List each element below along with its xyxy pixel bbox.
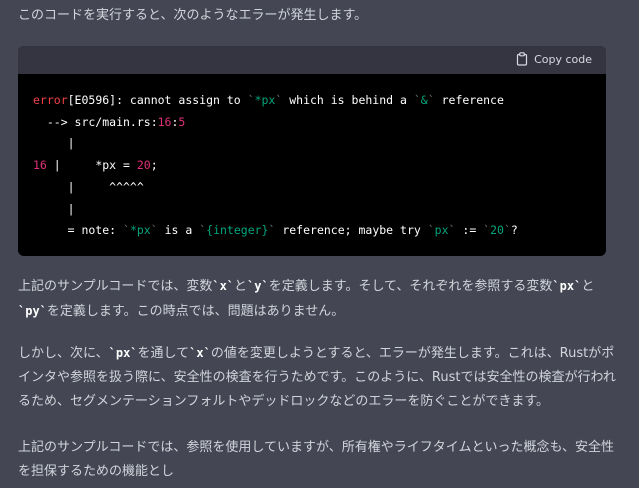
code-line-5: | ^^^^^ xyxy=(33,179,144,194)
code-number: 16 xyxy=(157,114,172,129)
code-text: ; xyxy=(150,158,158,173)
code-backtick: ` xyxy=(247,93,255,107)
code-line-4: 16 | *px = 20; xyxy=(33,155,591,177)
inline-code: `x` xyxy=(212,279,235,293)
paragraph-text: を定義します。この時点では、問題はありません。 xyxy=(46,304,345,319)
paragraph-1: 上記のサンプルコードでは、変数`x`と`y`を定義します。そして、それぞれを参照… xyxy=(18,274,618,324)
code-line-7: = note: `*px` is a `{integer}` reference… xyxy=(33,220,591,242)
code-backtick: ` xyxy=(427,93,435,107)
code-text: reference xyxy=(434,93,504,107)
inline-code: `y` xyxy=(247,279,269,293)
code-gutter-number: 16 xyxy=(33,158,47,173)
code-ref: 20 xyxy=(490,223,504,238)
code-ref: {integer} xyxy=(206,223,269,238)
code-ref: & xyxy=(420,93,428,107)
code-text: is a xyxy=(157,223,200,238)
code-ref: px xyxy=(434,223,449,238)
paragraph-3: 上記のサンプルコードでは、参照を使用していますが、所有権やライフタイムといった概… xyxy=(18,440,615,479)
paragraph-text: を通して xyxy=(137,346,190,361)
code-block: Copy code error[E0596]: cannot assign to… xyxy=(18,46,606,256)
code-number: 5 xyxy=(178,114,186,129)
code-number: 20 xyxy=(136,158,151,173)
clipboard-icon xyxy=(516,52,528,66)
code-text: [E0596]: cannot assign to xyxy=(67,93,248,107)
intro-text: このコードを実行すると、次のようなエラーが発生します。 xyxy=(18,8,368,23)
code-ref: *px xyxy=(129,223,151,238)
code-backtick: ` xyxy=(150,223,158,238)
inline-code: `px` xyxy=(108,346,138,360)
copy-code-label: Copy code xyxy=(534,52,592,66)
code-text: | xyxy=(46,158,96,173)
paragraph-text: しかし、次に、 xyxy=(18,346,109,361)
code-backtick: ` xyxy=(123,223,130,238)
code-line-2: --> src/main.rs:16:5 xyxy=(33,112,591,134)
inline-code: `x` xyxy=(189,346,211,360)
code-line-3: | xyxy=(33,136,75,151)
code-text: --> src/main.rs: xyxy=(33,114,158,129)
paragraph-text: 上記のサンプルコードでは、変数 xyxy=(18,279,213,294)
code-backtick: ` xyxy=(427,223,435,238)
code-text: ? xyxy=(510,223,518,238)
code-text: := xyxy=(455,223,484,238)
inline-code: `px` xyxy=(552,279,582,293)
code-text: which is behind a xyxy=(282,93,414,107)
code-text: = note: xyxy=(33,223,124,238)
code-block-header: Copy code xyxy=(18,46,606,74)
code-text: reference; maybe try xyxy=(275,223,428,238)
error-keyword: error xyxy=(33,93,68,107)
code-line-6: | xyxy=(33,201,75,216)
paragraph-text: を定義します。そして、それぞれを参照する変数 xyxy=(268,279,553,294)
code-backtick: ` xyxy=(503,223,511,238)
code-content: error[E0596]: cannot assign to `*px` whi… xyxy=(18,74,606,242)
paragraph-text: と xyxy=(581,279,595,294)
paragraph-2: しかし、次に、`px`を通して`x`の値を変更しようとすると、エラーが発生します… xyxy=(18,341,618,414)
code-backtick: ` xyxy=(413,93,421,107)
copy-code-button[interactable]: Copy code xyxy=(516,52,592,66)
code-line-1: error[E0596]: cannot assign to `*px` whi… xyxy=(33,90,591,112)
inline-code: `py` xyxy=(18,304,47,318)
code-ref: *px xyxy=(254,93,276,107)
paragraph-text: と xyxy=(234,279,248,294)
code-text: *px = xyxy=(95,158,137,173)
